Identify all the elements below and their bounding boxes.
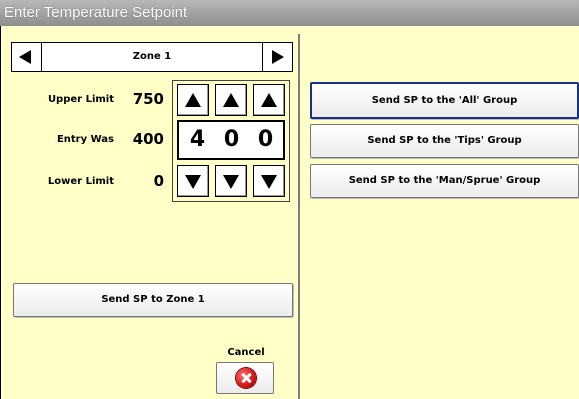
lower-limit-value: 0 — [153, 172, 164, 190]
setpoint-keypad: 4 0 0 — [172, 80, 290, 202]
entry-was-label: Entry Was — [56, 134, 114, 145]
arrow-up-icon — [223, 93, 239, 107]
window-title: Enter Temperature Setpoint — [0, 0, 579, 26]
cancel-button[interactable] — [216, 362, 274, 394]
cancel-label: Cancel — [227, 347, 265, 358]
arrow-down-icon — [261, 175, 277, 189]
send-sp-man-sprue-group-button[interactable]: Send SP to the 'Man/Sprue' Group — [310, 164, 579, 198]
previous-zone-button[interactable] — [12, 43, 42, 71]
send-sp-all-group-button[interactable]: Send SP to the 'All' Group — [310, 82, 579, 119]
arrow-left-icon — [19, 50, 31, 64]
tens-digit: 0 — [223, 127, 240, 152]
lower-limit-label: Lower Limit — [47, 176, 114, 187]
entry-was-value: 400 — [132, 130, 164, 148]
upper-limit-label: Upper Limit — [47, 94, 114, 105]
arrow-down-icon — [223, 175, 239, 189]
zone-selector: Zone 1 — [11, 42, 293, 72]
close-icon — [236, 368, 256, 388]
send-sp-to-zone-button[interactable]: Send SP to Zone 1 — [13, 283, 293, 317]
send-sp-tips-group-button[interactable]: Send SP to the 'Tips' Group — [310, 124, 579, 158]
arrow-down-icon — [185, 175, 201, 189]
hundreds-digit: 4 — [189, 127, 206, 152]
tens-down-button[interactable] — [215, 165, 247, 197]
zone-label: Zone 1 — [132, 51, 172, 62]
hundreds-up-button[interactable] — [177, 84, 209, 116]
ones-up-button[interactable] — [253, 84, 285, 116]
tens-up-button[interactable] — [215, 84, 247, 116]
arrow-up-icon — [185, 93, 201, 107]
next-zone-button[interactable] — [262, 43, 292, 71]
arrow-up-icon — [261, 93, 277, 107]
upper-limit-value: 750 — [132, 90, 164, 108]
ones-digit: 0 — [257, 127, 274, 152]
setpoint-entry-display: 4 0 0 — [177, 120, 285, 160]
ones-down-button[interactable] — [253, 165, 285, 197]
hundreds-down-button[interactable] — [177, 165, 209, 197]
arrow-right-icon — [272, 50, 284, 64]
